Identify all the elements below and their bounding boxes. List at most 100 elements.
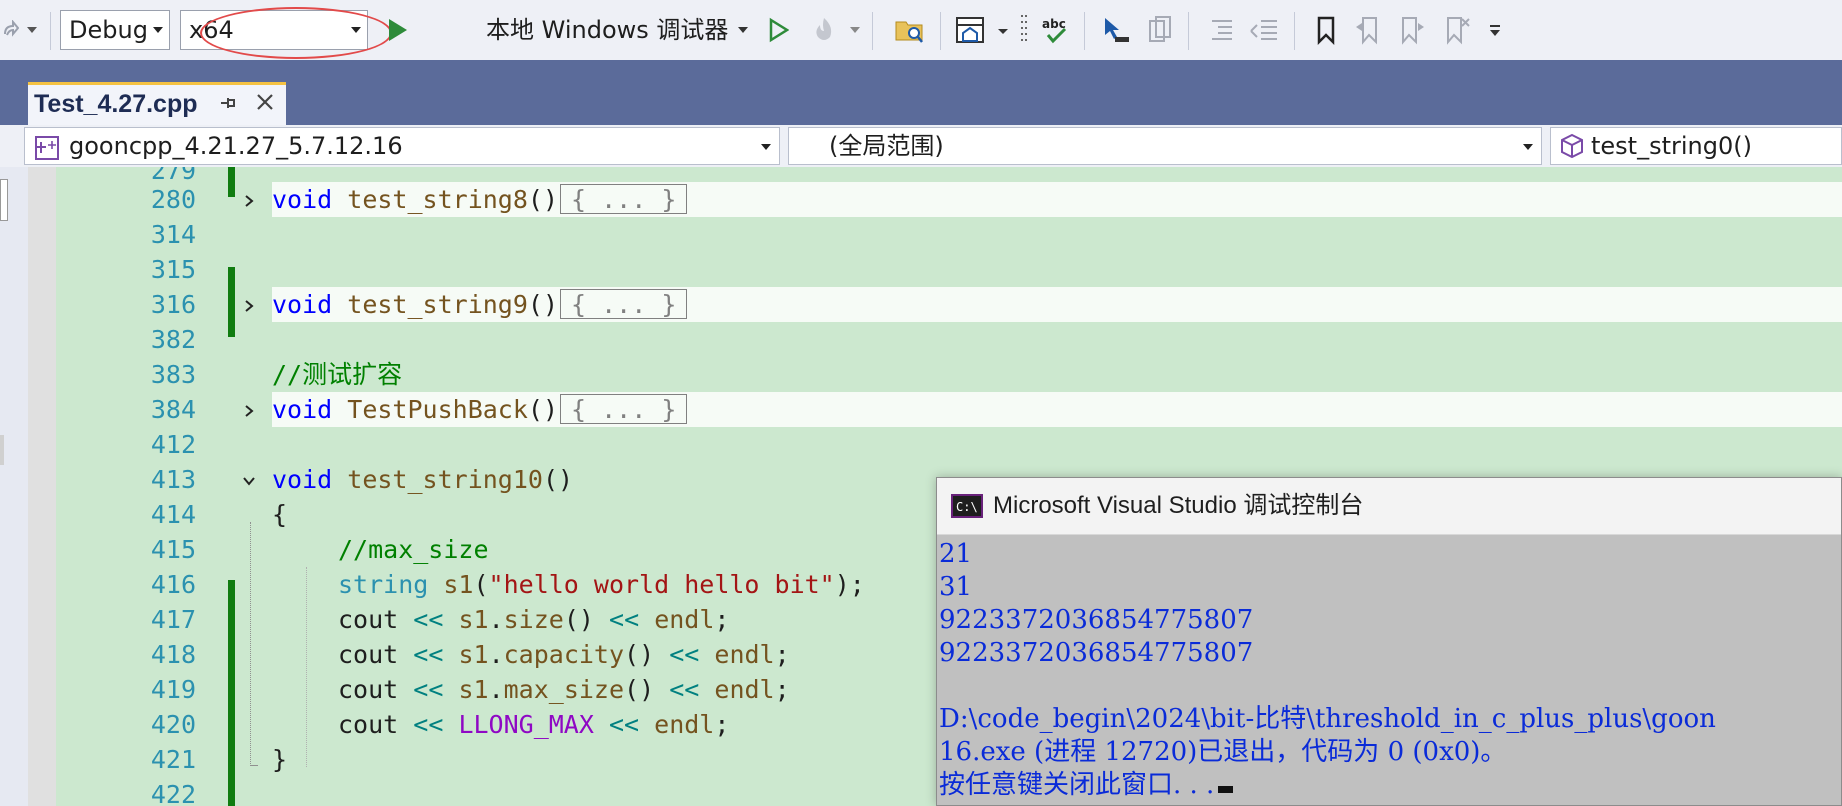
set-next-statement-icon[interactable]	[1096, 0, 1136, 60]
solution-explorer-icon[interactable]	[950, 0, 990, 60]
collapsed-block[interactable]: { ... }	[560, 394, 688, 424]
line-number: 384	[150, 395, 196, 424]
code-line-412[interactable]: 412	[56, 427, 1842, 462]
line-number: 315	[150, 255, 196, 284]
console-title: Microsoft Visual Studio 调试控制台	[993, 492, 1364, 519]
explorer-dropdown-icon[interactable]	[994, 0, 1012, 60]
toolbar: Debug x64 本地 Windows 调试器 abc	[0, 0, 1842, 61]
line-number: 413	[150, 465, 196, 494]
console-line-prompt: 按任意键关闭此窗口. . .	[939, 769, 1841, 802]
comment-out-icon[interactable]	[1244, 0, 1284, 60]
code-text: cout << s1.max_size() << endl;	[338, 675, 790, 704]
indicator-margin[interactable]	[28, 167, 56, 806]
code-comment: //max_size	[338, 535, 489, 564]
console-line: 9223372036854775807	[939, 605, 1254, 635]
previous-bookmark-icon[interactable]	[1348, 0, 1388, 60]
run-dropdown-icon[interactable]	[734, 0, 752, 60]
hot-reload-icon[interactable]	[806, 0, 842, 60]
hot-reload-dropdown-icon[interactable]	[846, 0, 864, 60]
line-number: 418	[150, 640, 196, 669]
tab-test-4-27-cpp[interactable]: Test_4.27.cpp	[28, 82, 286, 125]
member-name: test_string0()	[1591, 132, 1752, 160]
bookmark-icon[interactable]	[1306, 0, 1346, 60]
toolbar-overflow-icon[interactable]	[1486, 0, 1504, 60]
red-highlight-annotation	[200, 7, 392, 59]
method-cube-icon	[1559, 133, 1585, 169]
scope-select[interactable]: (全局范围)	[788, 127, 1542, 165]
line-number: 280	[150, 185, 196, 214]
scope-name: (全局范围)	[829, 132, 944, 160]
console-line: 9223372036854775807	[939, 638, 1254, 668]
clear-bookmarks-icon[interactable]	[1436, 0, 1476, 60]
chevron-down-icon	[153, 27, 163, 33]
pin-icon[interactable]	[218, 93, 238, 117]
line-number: 415	[150, 535, 196, 564]
debug-console-window[interactable]: C:\ Microsoft Visual Studio 调试控制台 21 31 …	[936, 477, 1842, 806]
spell-check-icon[interactable]: abc	[1036, 0, 1076, 60]
console-app-icon: C:\	[951, 494, 983, 522]
code-line-280[interactable]: 280 void test_string8(){ ... }	[56, 182, 1842, 217]
code-line-384[interactable]: 384 void TestPushBack(){ ... }	[56, 392, 1842, 427]
member-select[interactable]: test_string0()	[1550, 127, 1842, 165]
line-number: 417	[150, 605, 196, 634]
line-number: 316	[150, 290, 196, 319]
code-text: void test_string10()	[272, 465, 574, 494]
chevron-down-icon[interactable]	[242, 473, 256, 487]
chevron-right-icon[interactable]	[242, 298, 256, 312]
text-cursor	[1218, 786, 1234, 793]
code-line-314[interactable]: 314	[56, 217, 1842, 252]
outdent-icon[interactable]	[1202, 0, 1242, 60]
code-text: cout << s1.capacity() << endl;	[338, 640, 790, 669]
configuration-select[interactable]: Debug	[60, 10, 170, 50]
console-line: 31	[939, 572, 973, 602]
project-icon	[35, 134, 61, 170]
line-number: 421	[150, 745, 196, 774]
line-number: 412	[150, 430, 196, 459]
code-text: void TestPushBack(){ ... }	[272, 392, 688, 427]
collapsed-block[interactable]: { ... }	[560, 184, 688, 214]
project-select[interactable]: gooncpp_4.21.27_5.7.12.16	[24, 127, 780, 165]
code-comment: //测试扩容	[272, 360, 403, 389]
console-line: D:\code_begin\2024\bit-比特\threshold_in_c…	[939, 704, 1716, 734]
find-in-files-icon[interactable]	[890, 0, 930, 60]
redo-dropdown-icon[interactable]	[22, 0, 42, 60]
tab-title: Test_4.27.cpp	[34, 90, 198, 118]
close-icon[interactable]	[254, 91, 276, 117]
line-number: 420	[150, 710, 196, 739]
line-number: 314	[150, 220, 196, 249]
code-text: cout << s1.size() << endl;	[338, 605, 730, 634]
code-line-383[interactable]: 383 //测试扩容	[56, 357, 1842, 392]
line-number: 383	[150, 360, 196, 389]
toolbar-grip-icon	[1014, 0, 1034, 60]
code-text: void test_string8(){ ... }	[272, 182, 688, 217]
console-title-bar[interactable]: C:\ Microsoft Visual Studio 调试控制台	[937, 478, 1841, 535]
line-number: 414	[150, 500, 196, 529]
svg-text:C:\: C:\	[956, 500, 978, 514]
chevron-right-icon[interactable]	[242, 403, 256, 417]
configuration-value: Debug	[69, 16, 148, 44]
console-prompt-text: 按任意键关闭此窗口. . .	[939, 770, 1215, 800]
document-tab-strip: Test_4.27.cpp	[0, 60, 1842, 125]
code-text: cout << LLONG_MAX << endl;	[338, 710, 730, 739]
line-number: 416	[150, 570, 196, 599]
start-debugging-button[interactable]: 本地 Windows 调试器	[486, 0, 728, 60]
code-line-382[interactable]: 382	[56, 322, 1842, 357]
start-debugging-icon[interactable]	[380, 0, 414, 60]
run-label: 本地 Windows 调试器	[486, 16, 729, 44]
next-bookmark-icon[interactable]	[1392, 0, 1432, 60]
start-without-debugging-icon[interactable]	[760, 0, 796, 60]
collapsed-block[interactable]: { ... }	[560, 289, 688, 319]
side-panel-edge	[0, 167, 28, 806]
code-line-316[interactable]: 316 void test_string9(){ ... }	[56, 287, 1842, 322]
console-line: 16.exe (进程 12720)已退出，代码为 0 (0x0)。	[939, 737, 1507, 767]
copy-icon[interactable]	[1140, 0, 1180, 60]
chevron-right-icon[interactable]	[242, 193, 256, 207]
redo-icon[interactable]	[0, 0, 22, 60]
code-line-315[interactable]: 315	[56, 252, 1842, 287]
console-output[interactable]: 21 31 9223372036854775807 92233720368547…	[939, 538, 1841, 802]
navigation-bar: gooncpp_4.21.27_5.7.12.16 (全局范围) test_st…	[0, 125, 1842, 167]
chevron-down-icon	[761, 144, 771, 150]
svg-text:abc: abc	[1042, 17, 1066, 31]
console-line: 21	[939, 539, 973, 569]
